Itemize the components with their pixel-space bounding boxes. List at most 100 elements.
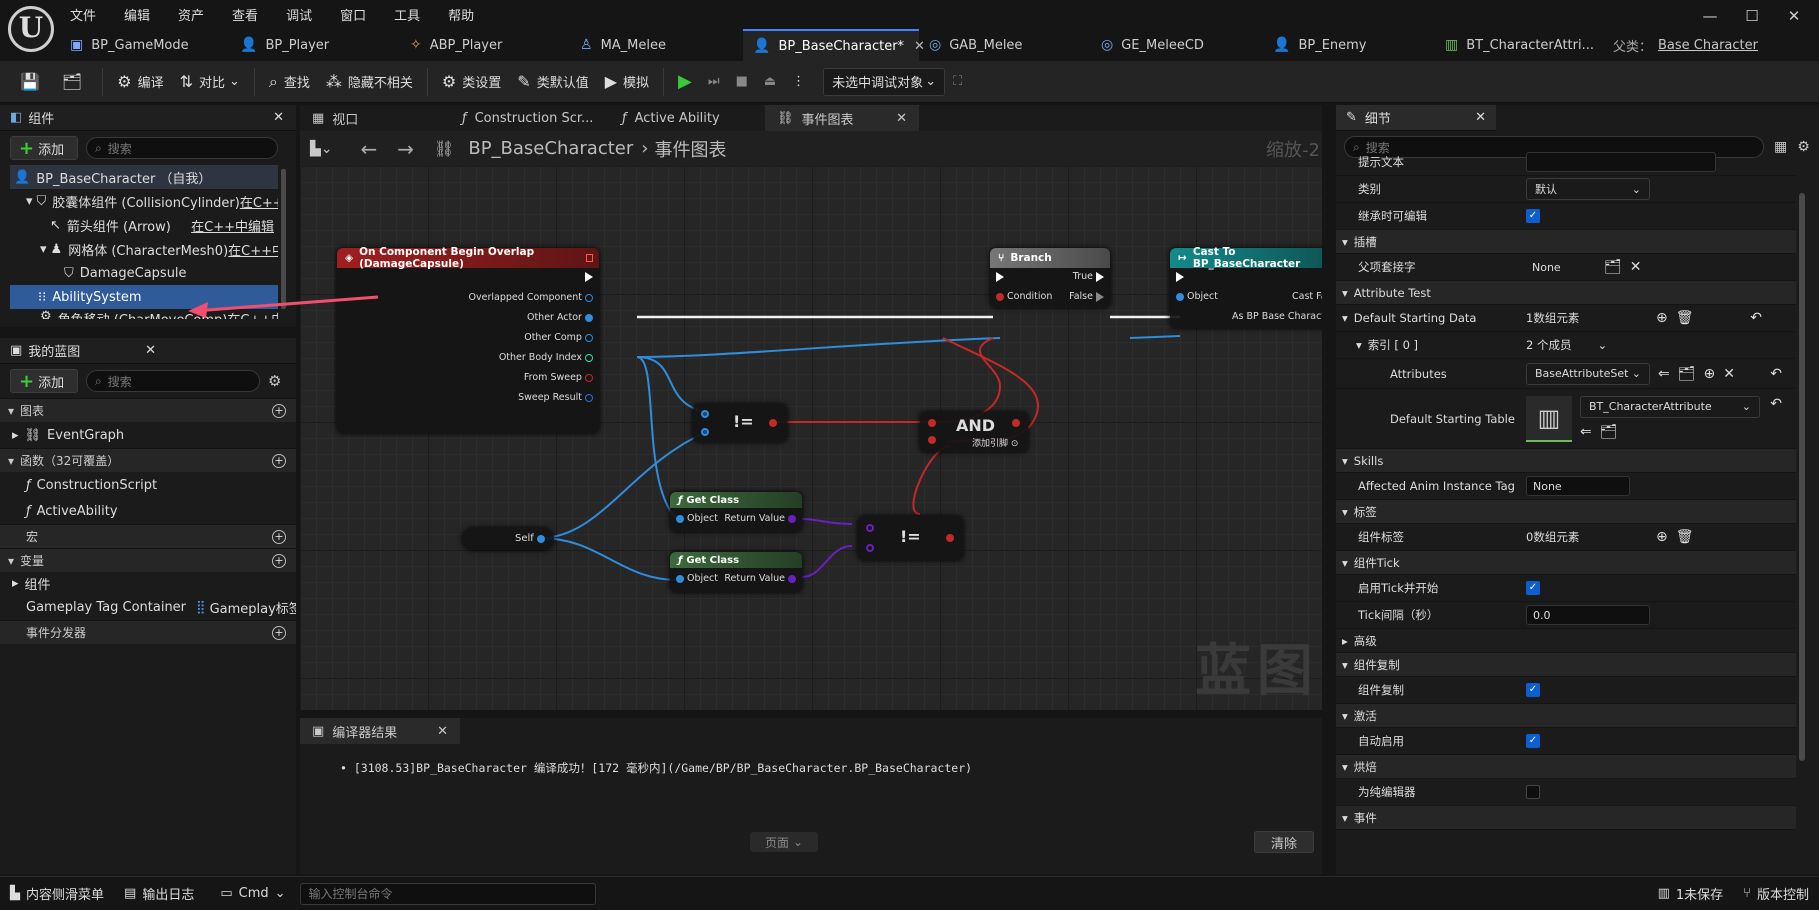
details-icon: ✎ <box>1346 110 1357 125</box>
row-anim-instance-tag: Affected Anim Instance Tag None <box>1336 473 1796 500</box>
row-replicates: 组件复制 ✓ <box>1336 677 1796 704</box>
chevron-down-icon[interactable]: ⌄ <box>1597 338 1607 352</box>
page-dropdown[interactable]: 页面 ⌄ <box>750 832 818 852</box>
section-events[interactable]: ▾ 事件 <box>1336 806 1796 830</box>
property-label: 索引 [ 0 ] <box>1367 338 1419 352</box>
section-label: 高级 <box>1353 633 1377 648</box>
use-selected-icon[interactable]: ⇐ <box>1658 366 1670 382</box>
property-label: Tick间隔（秒） <box>1358 608 1439 622</box>
data-table-thumbnail-icon[interactable]: ▥ <box>1526 395 1572 442</box>
section-label: 组件复制 <box>1353 657 1400 672</box>
status-bar: ▙ 内容侧滑菜单 ▤ 输出日志 ▭ Cmd ⌄ 输入控制台命令 ▥ 1未保存 ⑂ 版本控制 <box>0 876 1819 910</box>
row-component-tags: 组件标签 0数组元素 ⊕ 🗑 <box>1336 524 1796 551</box>
clear-button[interactable]: 清除 <box>1254 831 1314 853</box>
close-panel-icon[interactable]: ✕ <box>1475 110 1486 125</box>
content-drawer-button[interactable]: ▙ 内容侧滑菜单 <box>0 877 114 910</box>
starting-table-dropdown[interactable]: BT_CharacterAttribute ⌄ <box>1580 395 1760 418</box>
attributes-value: BaseAttributeSet <box>1535 367 1629 380</box>
parent-socket-value: None <box>1526 257 1596 277</box>
tab-compiler-results[interactable]: ▣ 编译器结果 ✕ <box>300 718 460 744</box>
auto-activate-checkbox[interactable]: ✓ <box>1526 734 1540 748</box>
source-control-button[interactable]: ⑂ 版本控制 <box>1733 877 1819 910</box>
section-tags[interactable]: ▾ 标签 <box>1336 500 1796 524</box>
details-scrollbar[interactable] <box>1799 193 1805 761</box>
section-advanced[interactable]: ▸ 高级 <box>1336 629 1796 653</box>
compiler-icon: ▣ <box>312 723 325 739</box>
section-skills[interactable]: ▾ Skills <box>1336 449 1796 473</box>
replicates-checkbox[interactable]: ✓ <box>1526 683 1540 697</box>
editor-only-checkbox[interactable] <box>1526 785 1540 799</box>
tab-label: 编译器结果 <box>332 725 398 741</box>
clear-icon[interactable]: ✕ <box>1723 366 1735 382</box>
property-label: Default Starting Table <box>1390 411 1515 426</box>
chevron-down-icon: ⌄ <box>1741 400 1751 413</box>
use-selected-icon[interactable]: ⇐ <box>1580 424 1592 440</box>
expand-arrow-icon: ▾ <box>1356 338 1362 352</box>
section-attribute-test[interactable]: ▾ Attribute Test <box>1336 281 1796 305</box>
row-tick-interval: Tick间隔（秒） 0.0 <box>1336 602 1796 629</box>
browse-icon[interactable]: 🗂 <box>1604 259 1622 275</box>
clear-icon[interactable]: ✕ <box>1630 259 1642 275</box>
property-label: Attributes <box>1390 366 1447 381</box>
category-dropdown[interactable]: 默认 ⌄ <box>1526 178 1650 200</box>
add-element-icon[interactable]: ⊕ <box>1656 310 1668 326</box>
details-header: ✎ 细节 ✕ <box>1336 105 1496 131</box>
cmd-dropdown[interactable]: ▭ Cmd ⌄ <box>210 877 295 910</box>
section-activation[interactable]: ▾ 激活 <box>1336 704 1796 728</box>
terminal-icon: ▭ <box>220 886 233 901</box>
add-icon[interactable]: ⊕ <box>1704 366 1716 382</box>
console-input[interactable]: 输入控制台命令 <box>299 882 596 905</box>
section-label: 组件Tick <box>1353 555 1400 570</box>
close-tab-icon[interactable]: ✕ <box>437 724 448 739</box>
anim-tag-value[interactable]: None <box>1526 476 1630 496</box>
delete-icon[interactable]: 🗑 <box>1676 529 1694 545</box>
chevron-down-icon: ⌄ <box>274 886 286 901</box>
row-tooltip: 提示文本 <box>1336 149 1796 176</box>
reset-icon[interactable]: ↶ <box>1770 396 1782 412</box>
unsaved-button[interactable]: ▥ 1未保存 <box>1648 877 1734 910</box>
panel-title: 细节 <box>1364 112 1391 127</box>
property-label: 组件标签 <box>1358 530 1404 544</box>
output-log-button[interactable]: ▤ 输出日志 <box>114 877 204 910</box>
category-value: 默认 <box>1535 183 1557 196</box>
row-inherit-editable: 继承时可编辑 ✓ <box>1336 203 1796 230</box>
tooltip-input[interactable] <box>1526 152 1716 172</box>
details-body: 提示文本 类别 默认 ⌄ 继承时可编辑 ✓ ▾ 插槽 父项套接字 None 🗂 ✕ ▾ Attr… <box>1336 152 1806 874</box>
chevron-down-icon: ⌄ <box>1631 182 1641 196</box>
reset-icon[interactable]: ↶ <box>1770 366 1782 382</box>
delete-icon[interactable]: 🗑 <box>1676 310 1694 326</box>
property-label: 父项套接字 <box>1358 260 1416 274</box>
expand-arrow-icon: ▸ <box>1342 633 1348 648</box>
browse-icon[interactable]: 🗂 <box>1600 424 1618 440</box>
array-count: 1数组元素 <box>1526 311 1580 325</box>
section-component-tick[interactable]: ▾ 组件Tick <box>1336 551 1796 575</box>
expand-arrow-icon: ▾ <box>1342 285 1348 300</box>
browse-icon[interactable]: 🗂 <box>1678 366 1696 382</box>
tick-start-checkbox[interactable]: ✓ <box>1526 581 1540 595</box>
gear-icon[interactable]: ⚙ <box>1797 139 1810 155</box>
expand-arrow-icon: ▾ <box>1342 759 1348 774</box>
source-control-label: 版本控制 <box>1756 888 1809 903</box>
reset-icon[interactable]: ↶ <box>1750 310 1762 326</box>
content-drawer-icon: ▙ <box>10 886 20 901</box>
compiler-message-text: [3108.53]BP_BaseCharacter 编译成功！[172 毫秒内]… <box>353 761 973 775</box>
section-label: Skills <box>1353 453 1384 468</box>
section-cooking[interactable]: ▾ 烘焙 <box>1336 755 1796 779</box>
member-count: 2 个成员 <box>1526 338 1572 352</box>
section-sockets[interactable]: ▾ 插槽 <box>1336 230 1796 254</box>
section-label: 烘焙 <box>1353 759 1377 774</box>
attributes-dropdown[interactable]: BaseAttributeSet ⌄ <box>1526 362 1650 385</box>
property-label: Default Starting Data <box>1353 311 1477 325</box>
source-control-icon: ⑂ <box>1743 886 1751 901</box>
inherit-checkbox[interactable]: ✓ <box>1526 209 1540 223</box>
console-placeholder: 输入控制台命令 <box>308 887 393 901</box>
add-element-icon[interactable]: ⊕ <box>1656 529 1668 545</box>
output-log-icon: ▤ <box>124 886 137 901</box>
compiler-message: • [3108.53]BP_BaseCharacter 编译成功！[172 毫秒… <box>340 761 973 775</box>
section-replication[interactable]: ▾ 组件复制 <box>1336 653 1796 677</box>
row-auto-activate: 自动启用 ✓ <box>1336 728 1796 755</box>
compiler-results-panel: ▣ 编译器结果 ✕ • [3108.53]BP_BaseCharacter 编译成功… <box>300 718 1322 874</box>
tick-interval-input[interactable]: 0.0 <box>1526 605 1650 625</box>
section-label: 事件 <box>1353 810 1377 825</box>
unsaved-icon: ▥ <box>1657 886 1670 901</box>
